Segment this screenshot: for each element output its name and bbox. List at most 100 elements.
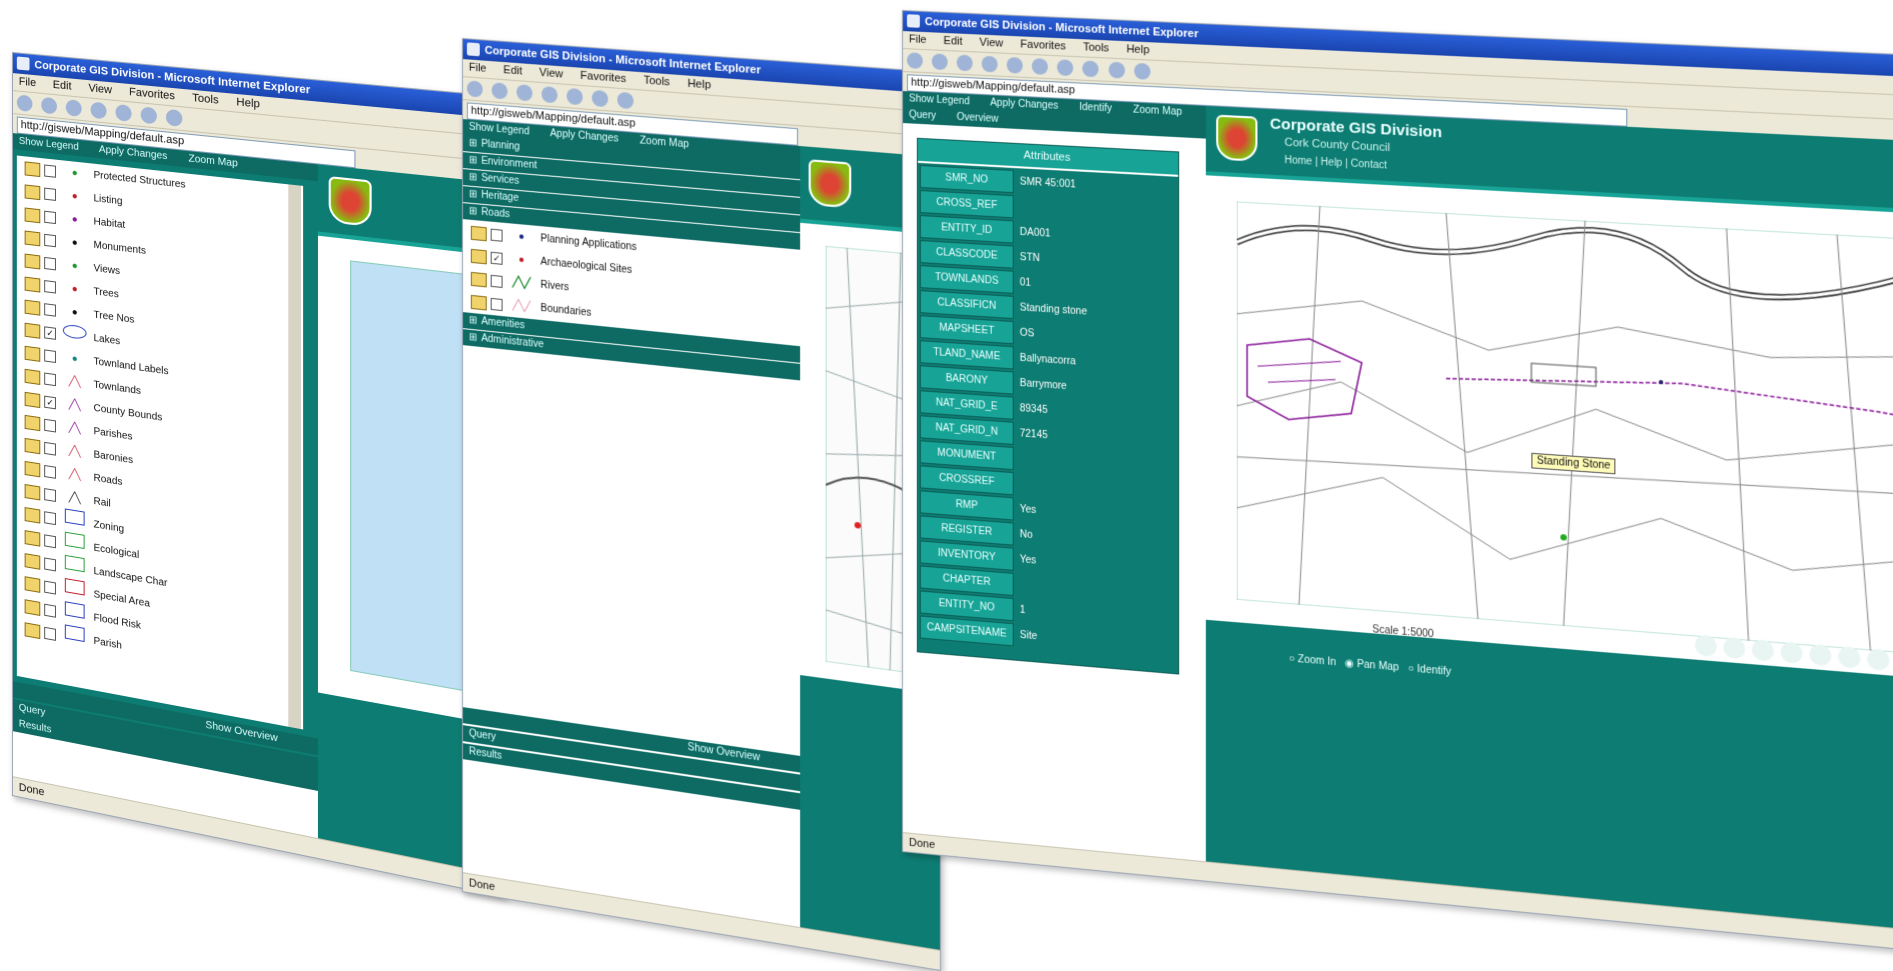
layer-visibility-icon[interactable] (24, 552, 41, 570)
layer-visibility-icon[interactable] (470, 294, 487, 310)
back-icon[interactable] (16, 94, 33, 113)
refresh-icon[interactable] (981, 55, 998, 73)
history-icon[interactable] (1082, 60, 1099, 78)
favorites-icon[interactable] (1057, 59, 1074, 77)
menu-favorites[interactable]: Favorites (129, 86, 175, 103)
header-link-help[interactable]: Help (1321, 157, 1343, 169)
pan-icon[interactable] (1751, 638, 1774, 662)
layer-visibility-icon[interactable] (24, 229, 41, 246)
tab-show-legend[interactable]: Show Legend (469, 122, 530, 138)
layer-checkbox[interactable] (490, 228, 503, 242)
layer-visibility-icon[interactable] (470, 225, 487, 241)
expand-icon[interactable]: ⊞ (469, 332, 477, 344)
stop-icon[interactable] (65, 99, 82, 118)
tab-show-legend[interactable]: Show Legend (19, 136, 79, 153)
layer-visibility-icon[interactable] (24, 506, 41, 524)
search-icon[interactable] (592, 89, 609, 108)
menu-view[interactable]: View (979, 37, 1003, 50)
menu-view[interactable]: View (539, 67, 563, 81)
layer-visibility-icon[interactable] (24, 621, 41, 639)
layer-checkbox[interactable] (44, 510, 56, 525)
expand-icon[interactable]: ⊞ (469, 315, 477, 327)
home-icon[interactable] (566, 88, 584, 106)
menu-file[interactable]: File (469, 62, 487, 75)
tab-identify[interactable]: Identify (1079, 102, 1112, 115)
layer-checkbox[interactable] (44, 163, 56, 178)
menu-file[interactable]: File (909, 33, 927, 46)
stop-icon[interactable] (516, 84, 533, 102)
layer-checkbox[interactable] (44, 256, 56, 270)
layer-checkbox[interactable] (44, 556, 56, 571)
tab-query[interactable]: Query (909, 109, 936, 121)
tab-apply-changes[interactable]: Apply Changes (990, 97, 1058, 111)
menu-favorites[interactable]: Favorites (580, 70, 626, 86)
layer-visibility-icon[interactable] (24, 414, 41, 431)
layer-visibility-icon[interactable] (24, 299, 41, 316)
tool-radio-pan[interactable]: ◉ (1345, 658, 1354, 670)
mail-icon[interactable] (1108, 61, 1125, 79)
favorites-icon[interactable] (166, 109, 183, 128)
header-link-home[interactable]: Home (1284, 155, 1312, 168)
header-link-contact[interactable]: Contact (1351, 158, 1387, 171)
layer-checkbox[interactable] (44, 210, 56, 224)
layer-checkbox[interactable] (44, 418, 56, 433)
back-icon[interactable] (906, 52, 923, 70)
print-icon[interactable] (1133, 62, 1151, 80)
menu-tools[interactable]: Tools (643, 74, 669, 88)
layer-visibility-icon[interactable] (24, 183, 41, 200)
expand-icon[interactable]: ⊞ (469, 172, 477, 184)
layer-checkbox[interactable] (44, 233, 56, 247)
layer-visibility-icon[interactable] (24, 529, 41, 547)
tool-radio-identify[interactable]: ○ (1408, 663, 1414, 675)
layer-checkbox[interactable] (44, 371, 56, 386)
map-canvas[interactable] (1236, 201, 1893, 656)
refresh-icon[interactable] (541, 86, 558, 104)
layer-checkbox[interactable] (44, 487, 56, 502)
layer-checkbox[interactable] (44, 441, 56, 456)
layer-visibility-icon[interactable] (470, 271, 487, 287)
layer-visibility-icon[interactable] (24, 253, 41, 269)
layer-visibility-icon[interactable] (24, 483, 41, 501)
layer-checkbox[interactable] (490, 274, 503, 288)
menu-tools[interactable]: Tools (1083, 41, 1109, 54)
favorites-icon[interactable] (617, 91, 634, 110)
menu-tools[interactable]: Tools (192, 92, 218, 107)
layer-checkbox[interactable] (44, 187, 56, 201)
tool-radio-zoom[interactable]: ○ (1289, 653, 1295, 665)
forward-icon[interactable] (931, 53, 948, 71)
expand-icon[interactable]: ⊞ (469, 138, 477, 150)
measure-icon[interactable] (1838, 645, 1861, 669)
menu-favorites[interactable]: Favorites (1020, 38, 1066, 52)
layer-checkbox[interactable] (490, 297, 503, 311)
forward-icon[interactable] (491, 82, 508, 100)
layer-visibility-icon[interactable] (24, 460, 41, 477)
expand-icon[interactable]: ⊞ (469, 189, 477, 201)
tab-show-legend[interactable]: Show Legend (909, 93, 970, 107)
layer-checkbox[interactable]: ✓ (44, 395, 56, 409)
layer-checkbox[interactable] (44, 533, 56, 548)
zoom-out-icon[interactable] (1722, 636, 1745, 660)
expand-icon[interactable]: ⊞ (469, 206, 477, 218)
menu-help[interactable]: Help (687, 78, 710, 92)
tab-zoom-map[interactable]: Zoom Map (1133, 104, 1182, 118)
tab-apply-changes[interactable]: Apply Changes (550, 128, 619, 145)
menu-view[interactable]: View (88, 82, 112, 96)
layer-visibility-icon[interactable] (24, 160, 41, 177)
menu-edit[interactable]: Edit (503, 64, 522, 77)
layer-visibility-icon[interactable] (24, 345, 41, 362)
menu-file[interactable]: File (19, 76, 36, 90)
layer-checkbox[interactable]: ✓ (490, 251, 503, 265)
layer-checkbox[interactable] (44, 580, 56, 595)
forward-icon[interactable] (41, 96, 58, 115)
layer-visibility-icon[interactable] (24, 575, 41, 593)
layer-visibility-icon[interactable] (24, 391, 41, 408)
expand-icon[interactable]: ⊞ (469, 155, 477, 167)
search-icon[interactable] (140, 106, 158, 125)
menu-help[interactable]: Help (1126, 43, 1149, 56)
tab-zoom-map[interactable]: Zoom Map (640, 135, 689, 150)
menu-edit[interactable]: Edit (943, 35, 962, 48)
layer-visibility-icon[interactable] (24, 368, 41, 385)
layer-visibility-icon[interactable] (24, 206, 41, 223)
layer-checkbox[interactable]: ✓ (44, 325, 56, 340)
menu-edit[interactable]: Edit (53, 79, 72, 93)
